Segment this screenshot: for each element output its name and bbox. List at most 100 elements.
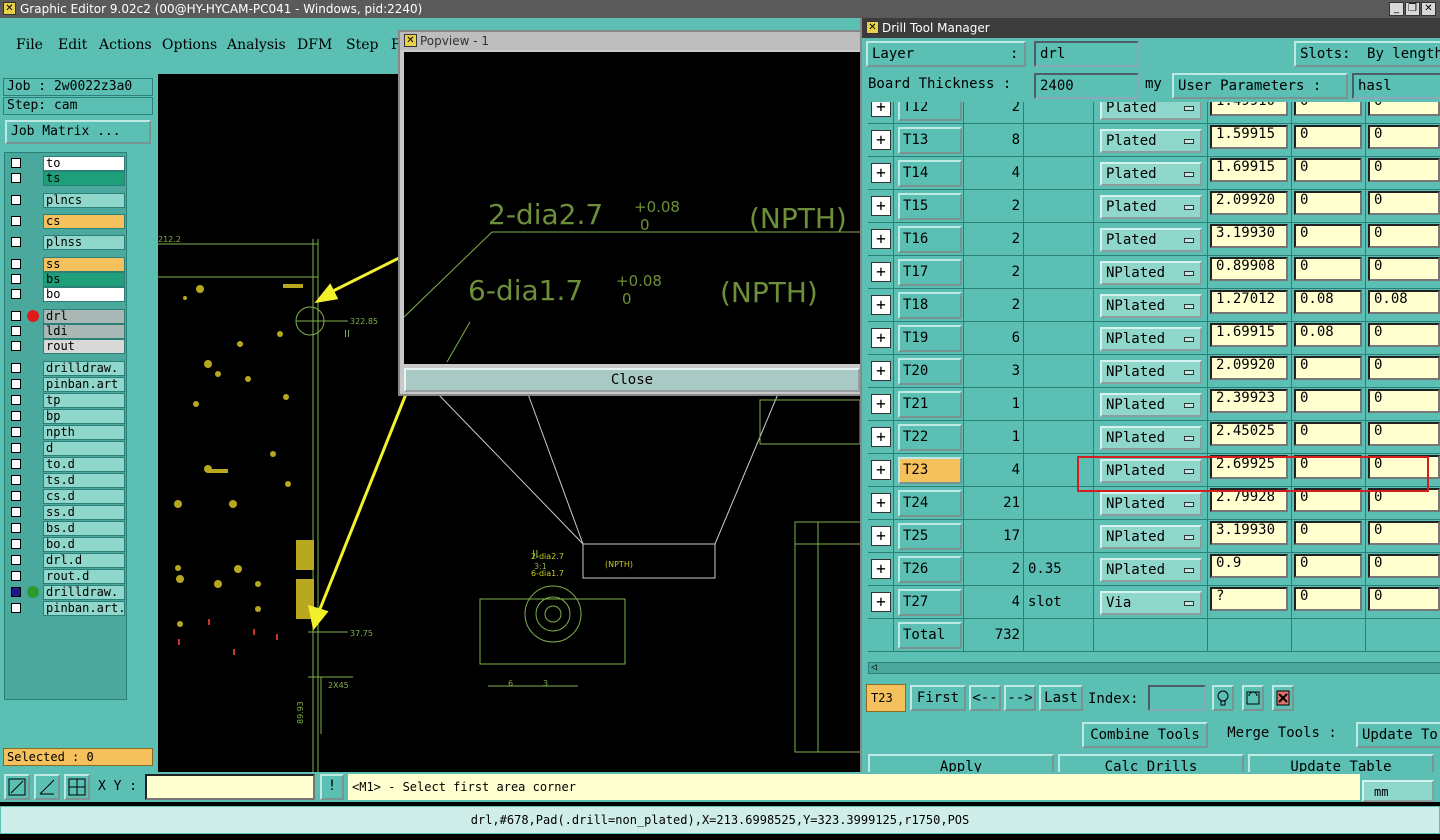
layer-name[interactable]: to <box>43 156 125 171</box>
expand-icon[interactable]: + <box>871 229 891 249</box>
layer-name[interactable]: bo.d <box>43 537 125 552</box>
tool-plus-tol-field[interactable]: 0 <box>1294 554 1362 578</box>
layer-row-7[interactable]: bo <box>7 287 127 302</box>
menu-dfm[interactable]: DFM <box>297 37 332 53</box>
layer-checkbox[interactable] <box>11 326 21 336</box>
layer-checkbox[interactable] <box>11 587 21 597</box>
tool-type-dropdown[interactable]: Plated <box>1100 228 1202 252</box>
expand-icon[interactable]: + <box>871 328 891 348</box>
tool-type-dropdown[interactable]: Plated <box>1100 102 1202 120</box>
layer-name[interactable]: bs <box>43 272 125 287</box>
layer-row-4[interactable]: plnss <box>7 235 127 250</box>
tool-button[interactable]: T22 <box>898 424 962 451</box>
layer-name[interactable]: pinban.art. <box>43 601 125 616</box>
layer-name[interactable]: drl.d <box>43 553 125 568</box>
expand-icon[interactable]: + <box>871 196 891 216</box>
delete-icon[interactable] <box>1272 685 1294 711</box>
layer-name[interactable]: drilldraw. <box>43 585 125 600</box>
tool-plus-tol-field[interactable]: 0 <box>1294 521 1362 545</box>
layer-checkbox[interactable] <box>11 237 21 247</box>
layer-row-5[interactable]: ss <box>7 257 127 272</box>
popview-close-button[interactable]: Close <box>404 368 860 392</box>
first-button[interactable]: First <box>910 685 966 711</box>
layer-checkbox[interactable] <box>11 507 21 517</box>
index-field[interactable] <box>1148 685 1206 711</box>
layer-row-14[interactable]: bp <box>7 409 127 424</box>
tool-minus-tol-field[interactable]: 0 <box>1368 422 1440 446</box>
layer-row-24[interactable]: rout.d <box>7 569 127 584</box>
tool-minus-tol-field[interactable]: 0.08 <box>1368 290 1440 314</box>
tool-type-dropdown[interactable]: Via <box>1100 591 1202 615</box>
tool-plus-tol-field[interactable]: 0.08 <box>1294 290 1362 314</box>
tool-minus-tol-field[interactable]: 0 <box>1368 125 1440 149</box>
user-parameters-field[interactable]: hasl <box>1352 73 1440 99</box>
layer-row-6[interactable]: bs <box>7 272 127 287</box>
tool-minus-tol-field[interactable]: 0 <box>1368 257 1440 281</box>
expand-icon[interactable]: + <box>871 493 891 513</box>
tool-plus-tol-field[interactable]: 0 <box>1294 257 1362 281</box>
tool-button[interactable]: T27 <box>898 589 962 616</box>
expand-icon[interactable]: + <box>871 163 891 183</box>
layer-checkbox[interactable] <box>11 259 21 269</box>
layer-checkbox[interactable] <box>11 411 21 421</box>
last-button[interactable]: Last <box>1039 685 1083 711</box>
tool-type-dropdown[interactable]: NPlated <box>1100 393 1202 417</box>
layer-name[interactable]: bs.d <box>43 521 125 536</box>
layer-name[interactable]: rout.d <box>43 569 125 584</box>
layer-name[interactable]: plnss <box>43 235 125 250</box>
layer-row-23[interactable]: drl.d <box>7 553 127 568</box>
menu-file[interactable]: File <box>16 37 43 53</box>
tool-button[interactable]: T19 <box>898 325 962 352</box>
tool-button[interactable]: T15 <box>898 193 962 220</box>
tool-type-dropdown[interactable]: NPlated <box>1100 492 1202 516</box>
tool-minus-tol-field[interactable]: 0 <box>1368 554 1440 578</box>
layer-row-3[interactable]: cs <box>7 214 127 229</box>
layer-name[interactable]: bp <box>43 409 125 424</box>
layer-name[interactable]: plncs <box>43 193 125 208</box>
layer-checkbox[interactable] <box>11 379 21 389</box>
layer-name[interactable]: ss <box>43 257 125 272</box>
board-thickness-field[interactable]: 2400 <box>1034 73 1139 99</box>
layer-row-9[interactable]: ldi <box>7 324 127 339</box>
tool-type-dropdown[interactable]: NPlated <box>1100 294 1202 318</box>
layer-row-25[interactable]: drilldraw. <box>7 585 127 600</box>
menu-step[interactable]: Step <box>346 37 378 53</box>
tool-grid-scrollbar[interactable]: ◁ <box>868 662 1440 674</box>
tool-size-field[interactable]: 1.59915 <box>1210 125 1288 149</box>
layer-row-13[interactable]: tp <box>7 393 127 408</box>
expand-icon[interactable]: + <box>871 295 891 315</box>
layer-row-18[interactable]: ts.d <box>7 473 127 488</box>
scroll-left-icon[interactable]: ◁ <box>871 663 877 673</box>
tool-type-dropdown[interactable]: Plated <box>1100 129 1202 153</box>
tool-plus-tol-field[interactable]: 0 <box>1294 125 1362 149</box>
minimize-icon[interactable]: _ <box>1389 2 1404 16</box>
layer-checkbox[interactable] <box>11 443 21 453</box>
tool-size-field[interactable]: 1.49910 <box>1210 102 1288 116</box>
tool-plus-tol-field[interactable]: 0.08 <box>1294 323 1362 347</box>
tool-plus-tol-field[interactable]: 0 <box>1294 224 1362 248</box>
tool-button[interactable]: T18 <box>898 292 962 319</box>
measure-icon[interactable] <box>34 774 60 800</box>
alert-icon[interactable]: ! <box>320 774 344 800</box>
tool-minus-tol-field[interactable]: 0 <box>1368 356 1440 380</box>
layer-name[interactable]: tp <box>43 393 125 408</box>
tool-type-dropdown[interactable]: Plated <box>1100 195 1202 219</box>
layer-checkbox[interactable] <box>11 173 21 183</box>
layer-checkbox[interactable] <box>11 555 21 565</box>
layer-checkbox[interactable] <box>11 523 21 533</box>
layer-checkbox[interactable] <box>11 289 21 299</box>
layer-row-22[interactable]: bo.d <box>7 537 127 552</box>
job-matrix-button[interactable]: Job Matrix ... <box>5 120 151 144</box>
layer-row-2[interactable]: plncs <box>7 193 127 208</box>
menu-actions[interactable]: Actions <box>99 37 152 53</box>
tool-size-field[interactable]: 1.69915 <box>1210 323 1288 347</box>
expand-icon[interactable]: + <box>871 361 891 381</box>
layer-row-10[interactable]: rout <box>7 339 127 354</box>
refresh-icon[interactable] <box>1242 685 1264 711</box>
expand-icon[interactable]: + <box>871 427 891 447</box>
layer-checkbox[interactable] <box>11 475 21 485</box>
layer-row-8[interactable]: drl <box>7 309 127 324</box>
menu-analysis[interactable]: Analysis <box>227 37 286 53</box>
tool-button[interactable]: T26 <box>898 556 962 583</box>
layer-row-16[interactable]: d <box>7 441 127 456</box>
